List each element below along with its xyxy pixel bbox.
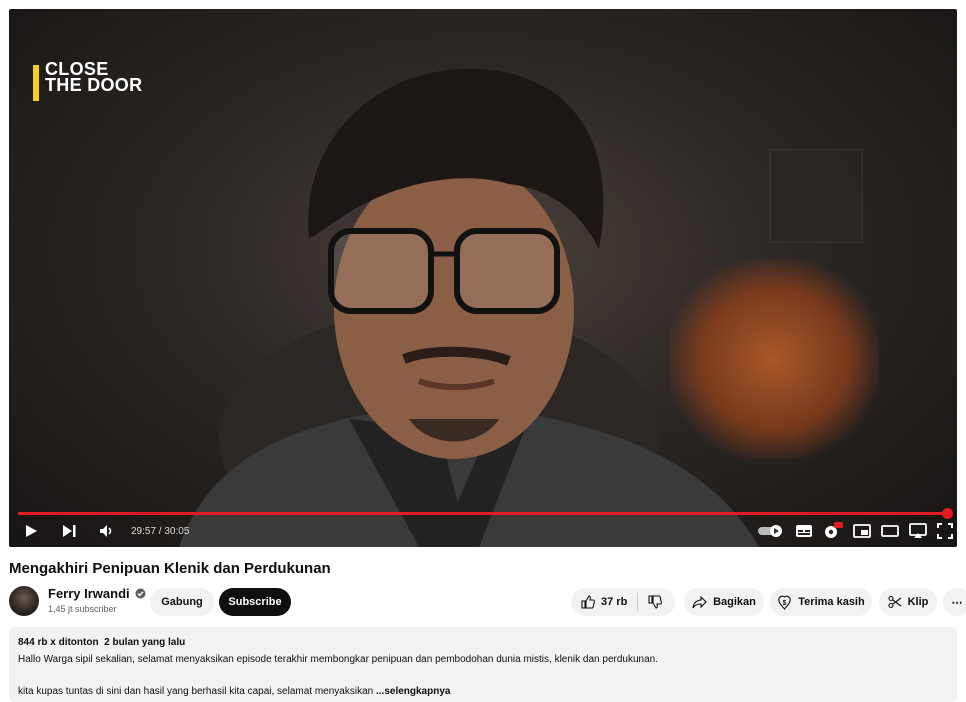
- channel-watermark: CLOSE THE DOOR: [33, 60, 143, 101]
- share-label: Bagikan: [713, 596, 756, 608]
- time-display: 29:57 / 30:05: [131, 525, 190, 537]
- presenter-image: [179, 68, 759, 547]
- next-button[interactable]: [53, 515, 85, 547]
- scissors-icon: [888, 595, 901, 609]
- channel-row: Ferry Irwandi 1,45 jt subscriber Gabung …: [9, 586, 966, 618]
- more-actions-button[interactable]: ⋯: [943, 588, 966, 616]
- play-button[interactable]: [15, 515, 47, 547]
- dislike-icon[interactable]: [648, 595, 663, 609]
- thanks-button[interactable]: $ Terima kasih: [770, 588, 872, 616]
- subscribe-button[interactable]: Subscribe: [219, 588, 291, 616]
- description-line-1: Hallo Warga sipil sekalian, selamat meny…: [18, 654, 658, 665]
- subtitles-icon[interactable]: [795, 524, 813, 538]
- watermark-bar: [33, 65, 39, 101]
- description-text: kita kupas tuntas di sini dan hasil yang…: [18, 686, 374, 697]
- subscriber-count: 1,45 jt subscriber: [48, 604, 117, 614]
- share-icon: [692, 595, 707, 608]
- video-player[interactable]: CLOSE THE DOOR 29:57 / 30:05: [9, 9, 957, 547]
- like-dislike-group: 37 rb: [571, 588, 675, 616]
- share-button[interactable]: Bagikan: [684, 588, 764, 616]
- like-divider: [637, 593, 639, 611]
- autoplay-toggle-icon[interactable]: [757, 524, 785, 538]
- channel-avatar[interactable]: [9, 586, 39, 616]
- svg-text:$: $: [783, 600, 787, 607]
- cast-icon[interactable]: [909, 523, 927, 539]
- join-button[interactable]: Gabung: [150, 588, 214, 616]
- description-meta: 844 rb x ditonton 2 bulan yang lalu: [18, 637, 185, 648]
- verified-icon: [135, 588, 146, 599]
- play-icon: [26, 525, 37, 537]
- video-title: Mengakhiri Penipuan Klenik dan Perdukuna…: [9, 560, 331, 577]
- clip-button[interactable]: Klip: [879, 588, 937, 616]
- theater-mode-icon[interactable]: [881, 524, 899, 538]
- like-count[interactable]: 37 rb: [601, 596, 627, 608]
- view-count: 844 rb x ditonton: [18, 637, 99, 648]
- channel-name[interactable]: Ferry Irwandi: [48, 586, 130, 601]
- description-line-2: kita kupas tuntas di sini dan hasil yang…: [18, 686, 450, 697]
- settings-icon[interactable]: [823, 522, 843, 540]
- upload-date: 2 bulan yang lalu: [104, 637, 186, 648]
- watermark-line2: THE DOOR: [45, 75, 143, 95]
- channel-name-wrap[interactable]: Ferry Irwandi: [48, 586, 146, 601]
- thanks-label: Terima kasih: [798, 596, 865, 608]
- description-box[interactable]: 844 rb x ditonton 2 bulan yang lalu Hall…: [9, 627, 957, 702]
- like-icon[interactable]: [581, 595, 595, 609]
- volume-icon: [100, 525, 112, 537]
- thanks-icon: $: [778, 595, 791, 610]
- skip-next-icon: [63, 525, 76, 537]
- player-controls: 29:57 / 30:05: [9, 515, 957, 547]
- clip-label: Klip: [907, 596, 929, 608]
- fullscreen-icon[interactable]: [937, 523, 953, 539]
- miniplayer-icon[interactable]: [853, 524, 871, 538]
- volume-button[interactable]: [91, 515, 123, 547]
- show-more-link[interactable]: ...selengkapnya: [376, 686, 450, 697]
